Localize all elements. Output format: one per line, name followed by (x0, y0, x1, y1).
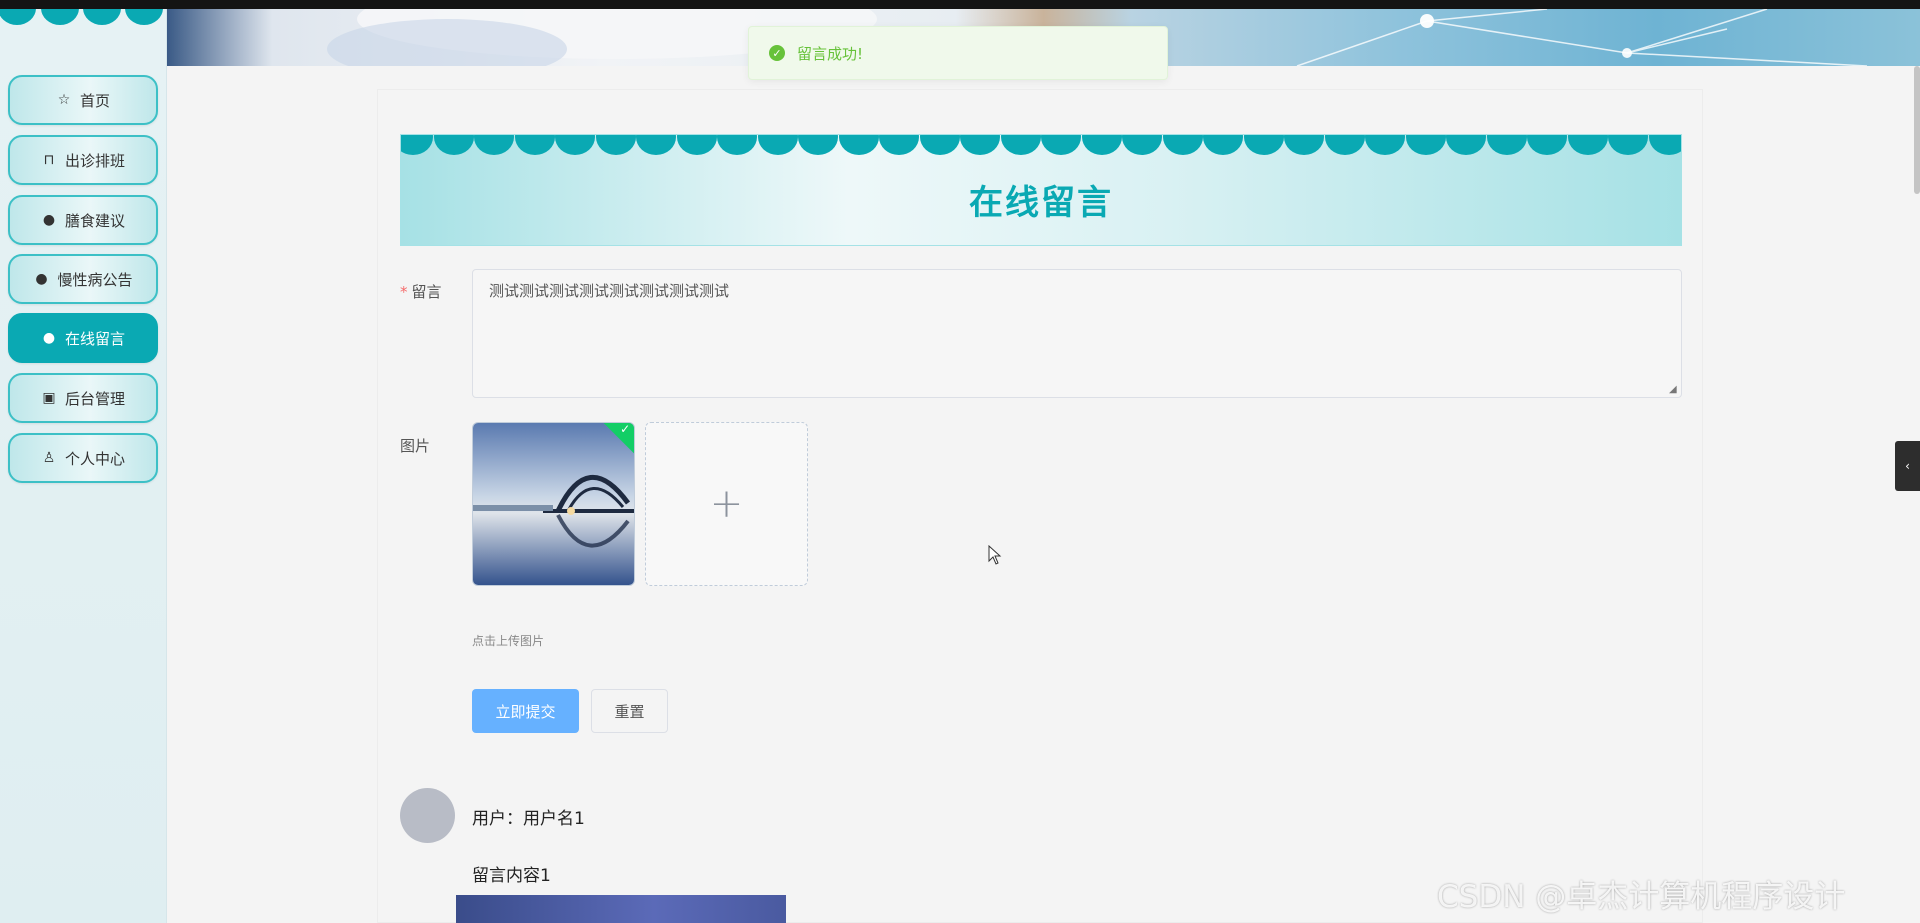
scallop (1608, 135, 1648, 155)
scallop (838, 135, 879, 155)
message-label-text: 留言 (411, 283, 442, 301)
sidebar-item-label: 慢性病公告 (57, 270, 133, 289)
scallop (1527, 135, 1567, 155)
sidebar-item-diet[interactable]: ● 膳食建议 (8, 195, 158, 245)
star-icon: ☆ (57, 92, 71, 108)
scallop (1486, 135, 1527, 155)
side-collapse-tab[interactable]: ‹ (1895, 441, 1920, 491)
scallop (1648, 135, 1681, 155)
uploaded-image-thumbnail[interactable]: ✓ (472, 422, 635, 586)
scallop (555, 135, 595, 155)
scallop (1284, 135, 1324, 155)
sidebar-item-label: 后台管理 (64, 389, 125, 408)
sidebar-item-admin[interactable]: ▣ 后台管理 (8, 373, 158, 423)
watermark: CSDN @卓杰计算机程序设计 (1437, 879, 1846, 915)
title-panel: 在线留言 (400, 134, 1682, 246)
scallop (1243, 135, 1284, 155)
message-textarea[interactable]: 测试测试测试测试测试测试测试测试 (472, 269, 1682, 398)
scallop (1000, 135, 1041, 155)
scallop (960, 135, 1000, 155)
scallop (1405, 135, 1446, 155)
image-label: 图片 (400, 437, 431, 455)
required-asterisk: * (400, 283, 408, 301)
sidebar-item-schedule[interactable]: ⊓ 出诊排班 (8, 135, 158, 185)
sidebar-item-label: 膳食建议 (64, 211, 125, 230)
question-icon: ● (35, 271, 48, 287)
reset-button[interactable]: 重置 (591, 689, 668, 733)
scallop (1446, 135, 1486, 155)
scallop (798, 135, 838, 155)
success-toast: ✓ 留言成功! (748, 26, 1168, 80)
avatar (400, 788, 455, 843)
comment-user: 用户：用户名1 (472, 809, 585, 829)
sidebar-item-home[interactable]: ☆ 首页 (8, 75, 158, 125)
scallop (1567, 135, 1608, 155)
sidebar-item-label: 在线留言 (64, 329, 125, 348)
info-icon: ● (42, 330, 56, 346)
sidebar-item-profile[interactable]: ♙ 个人中心 (8, 433, 158, 483)
sidebar-item-label: 出诊排班 (64, 151, 125, 170)
scallop (474, 135, 514, 155)
scallop-decoration (401, 135, 1681, 155)
scallop (401, 135, 433, 155)
scallop (757, 135, 798, 155)
scallop (717, 135, 757, 155)
scrollbar-thumb[interactable] (1914, 66, 1920, 194)
resize-grip-icon[interactable]: ◢ (1669, 385, 1679, 395)
scallop (919, 135, 960, 155)
scallop (595, 135, 636, 155)
sidebar-item-announcement[interactable]: ● 慢性病公告 (8, 254, 158, 304)
exclamation-icon: ● (42, 212, 56, 228)
sidebar-item-label: 个人中心 (64, 449, 125, 468)
submit-button[interactable]: 立即提交 (472, 689, 579, 733)
check-icon: ✓ (620, 422, 631, 437)
comment-image (456, 895, 786, 923)
scallop (514, 135, 555, 155)
upload-add-button[interactable]: + (645, 422, 808, 586)
sidebar-item-label: 首页 (79, 91, 110, 110)
box-icon: ▣ (42, 390, 56, 406)
scallop (1081, 135, 1122, 155)
plus-icon: + (709, 481, 744, 527)
scallop (1324, 135, 1365, 155)
scallop (433, 135, 474, 155)
scallop (1122, 135, 1162, 155)
scallop (676, 135, 717, 155)
bag-icon: ⊓ (43, 152, 55, 168)
browser-top-strip (0, 0, 1920, 9)
message-label: * 留言 (400, 281, 442, 302)
scallop (636, 135, 676, 155)
chevron-left-icon: ‹ (1905, 459, 1910, 473)
upload-tip: 点击上传图片 (472, 634, 545, 648)
page-title: 在线留言 (969, 183, 1113, 223)
scallop (1365, 135, 1405, 155)
mouse-cursor-icon (988, 545, 1002, 565)
scallop (1041, 135, 1081, 155)
toast-message: 留言成功! (797, 44, 864, 63)
scallop (1162, 135, 1203, 155)
check-circle-icon: ✓ (769, 45, 785, 61)
comment-content: 留言内容1 (472, 866, 551, 886)
scallop (879, 135, 919, 155)
user-icon: ♙ (42, 450, 56, 466)
sidebar-scallop-decoration (0, 9, 167, 25)
scallop (1203, 135, 1243, 155)
sidebar-item-message[interactable]: ● 在线留言 (8, 313, 158, 363)
